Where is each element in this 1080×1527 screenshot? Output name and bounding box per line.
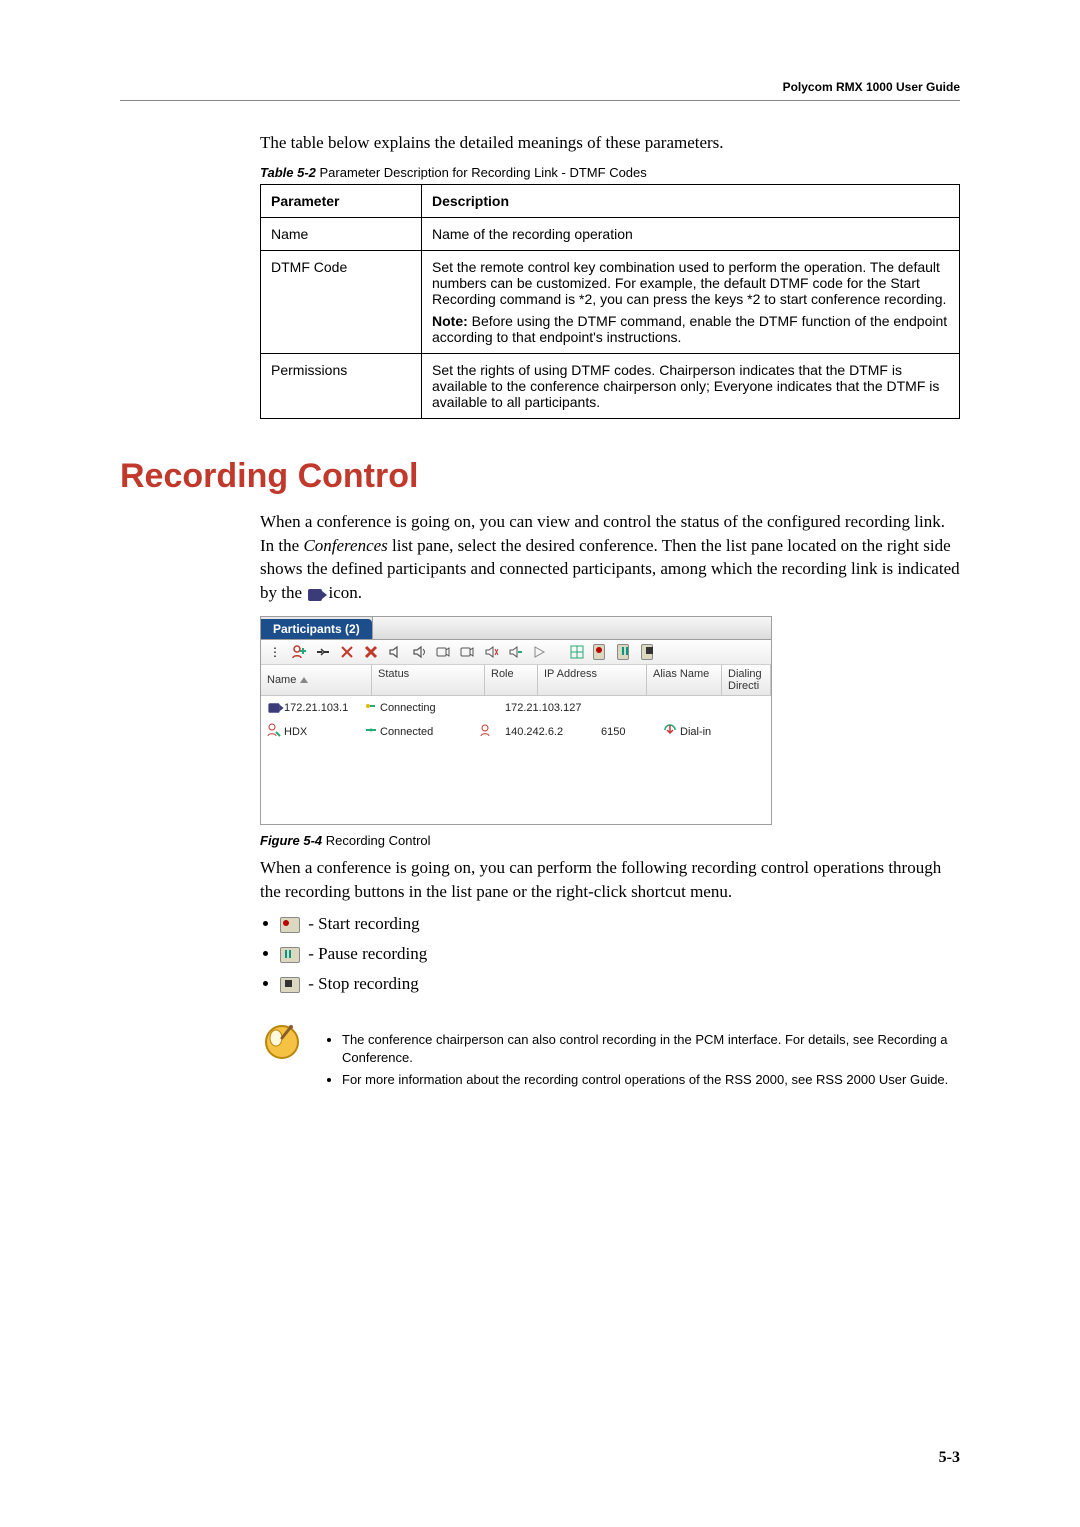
connected-icon bbox=[365, 724, 377, 739]
th-parameter: Parameter bbox=[261, 184, 422, 217]
intro-paragraph: The table below explains the detailed me… bbox=[260, 131, 960, 155]
endpoint-icon bbox=[267, 723, 281, 740]
table-row: Permissions Set the rights of using DTMF… bbox=[261, 353, 960, 418]
resume-video-icon[interactable] bbox=[459, 644, 475, 660]
participants-toolbar: ⋮ bbox=[261, 640, 771, 665]
th-description: Description bbox=[422, 184, 960, 217]
list-item: The conference chairperson can also cont… bbox=[342, 1031, 960, 1067]
connect-icon[interactable] bbox=[315, 644, 331, 660]
page-header: Polycom RMX 1000 User Guide bbox=[120, 80, 960, 94]
note-icon bbox=[260, 1020, 304, 1064]
pause-recording-icon bbox=[280, 947, 300, 963]
body-paragraph-2: When a conference is going on, you can p… bbox=[260, 856, 960, 904]
col-dial[interactable]: Dialing Directi bbox=[722, 665, 771, 695]
figure-caption: Figure 5-4 Recording Control bbox=[260, 833, 960, 848]
col-alias[interactable]: Alias Name bbox=[647, 665, 722, 695]
note-box: The conference chairperson can also cont… bbox=[260, 1014, 960, 1107]
list-item: - Stop recording bbox=[280, 974, 960, 994]
operations-list: - Start recording - Pause recording - St… bbox=[260, 914, 960, 994]
block-audio-icon[interactable] bbox=[483, 644, 499, 660]
chairperson-icon bbox=[478, 723, 492, 740]
col-status[interactable]: Status bbox=[372, 665, 485, 695]
unblock-audio-icon[interactable] bbox=[507, 644, 523, 660]
tab-participants[interactable]: Participants (2) bbox=[261, 619, 372, 639]
dial-in-icon bbox=[663, 723, 677, 740]
sort-asc-icon bbox=[300, 677, 308, 683]
unmute-audio-icon[interactable] bbox=[411, 644, 427, 660]
layout-icon[interactable] bbox=[569, 644, 585, 660]
suspend-video-icon[interactable] bbox=[435, 644, 451, 660]
stop-recording-icon bbox=[280, 977, 300, 993]
start-recording-icon[interactable] bbox=[593, 644, 609, 660]
pause-recording-icon[interactable] bbox=[617, 644, 633, 660]
table-row[interactable]: HDX Connected 140.242.6.2 6150 bbox=[261, 719, 771, 744]
header-rule bbox=[120, 100, 960, 101]
column-headers: Name Status Role IP Address Alias Name D… bbox=[261, 665, 771, 696]
mute-audio-icon[interactable] bbox=[387, 644, 403, 660]
delete-icon[interactable] bbox=[363, 644, 379, 660]
list-item: - Pause recording bbox=[280, 944, 960, 964]
participants-pane: Participants (2) ⋮ bbox=[260, 616, 772, 825]
list-item: - Start recording bbox=[280, 914, 960, 934]
recorder-icon bbox=[308, 582, 322, 606]
col-name[interactable]: Name bbox=[261, 665, 372, 695]
table-row: DTMF Code Set the remote control key com… bbox=[261, 250, 960, 353]
section-heading: Recording Control bbox=[120, 457, 960, 496]
col-role[interactable]: Role bbox=[485, 665, 538, 695]
table-row[interactable]: 172.21.103.1 Connecting 172.21.103.127 bbox=[261, 696, 771, 719]
list-item: For more information about the recording… bbox=[342, 1071, 960, 1089]
play-icon[interactable] bbox=[531, 644, 547, 660]
recorder-icon bbox=[267, 702, 281, 714]
grip-icon: ⋮ bbox=[267, 644, 283, 660]
parameter-table: Parameter Description Name Name of the r… bbox=[260, 184, 960, 419]
table-caption: Table 5-2 Parameter Description for Reco… bbox=[260, 165, 960, 180]
disconnect-icon[interactable] bbox=[339, 644, 355, 660]
body-paragraph-1: When a conference is going on, you can v… bbox=[260, 510, 960, 606]
connecting-icon bbox=[365, 700, 377, 715]
col-ip[interactable]: IP Address bbox=[538, 665, 647, 695]
page-number: 5-3 bbox=[939, 1449, 960, 1467]
add-participant-icon[interactable] bbox=[291, 644, 307, 660]
stop-recording-icon[interactable] bbox=[641, 644, 657, 660]
start-recording-icon bbox=[280, 917, 300, 933]
table-row: Name Name of the recording operation bbox=[261, 217, 960, 250]
